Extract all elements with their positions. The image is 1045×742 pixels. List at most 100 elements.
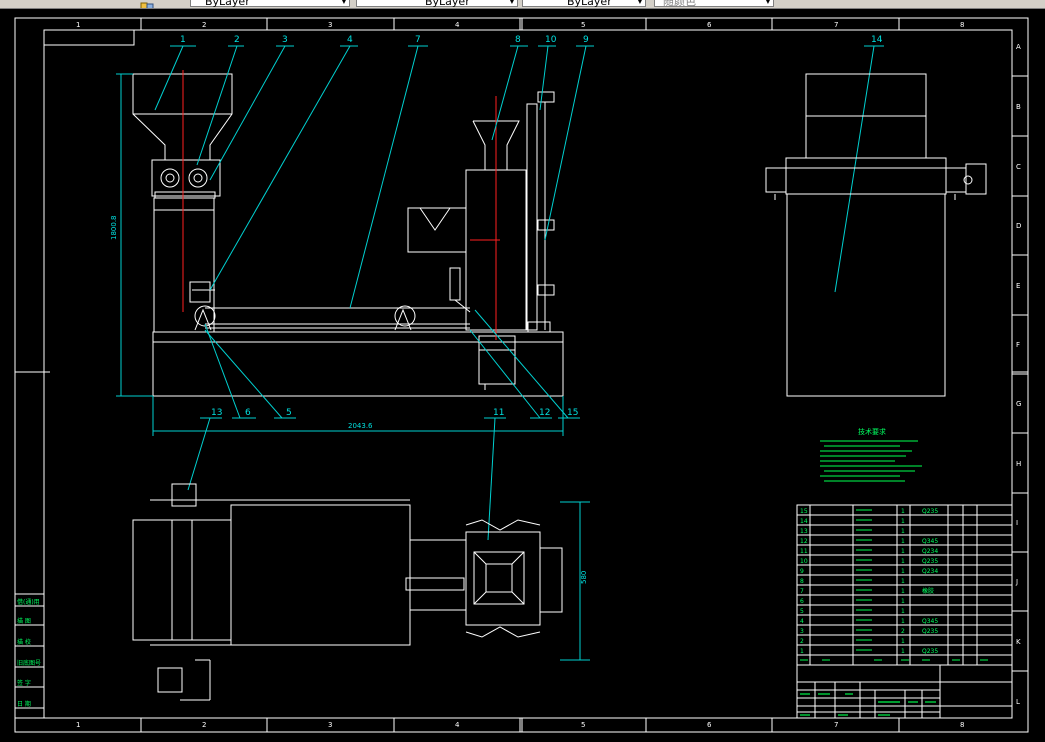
corner-box	[43, 29, 135, 46]
part-callout-label: 8	[515, 35, 521, 45]
zone-column-label: 6	[707, 21, 712, 29]
part-callout-label: 3	[282, 35, 288, 45]
bom-item-no: 1	[800, 648, 804, 655]
zone-row-label: I	[1016, 519, 1018, 527]
color-control-dropdown[interactable]: ByLayer ▼	[190, 0, 350, 8]
zone-row-label: K	[1016, 638, 1021, 646]
bom-item-no: 7	[800, 588, 804, 595]
bom-qty: 1	[901, 558, 905, 565]
bom-material: Q235	[922, 648, 938, 655]
chevron-down-icon: ▼	[636, 0, 643, 5]
lineweight-control-dropdown[interactable]: ByLayer ▼	[522, 0, 646, 8]
bom-qty: 1	[901, 518, 905, 525]
dimension-height: 1800.8	[110, 216, 118, 241]
bom-item-no: 14	[800, 518, 808, 525]
zone-column-label: 7	[834, 21, 838, 29]
bom-material: 橡胶	[922, 587, 934, 595]
side-view	[765, 73, 987, 397]
part-callout-label: 5	[286, 408, 292, 418]
zone-column-label: 3	[328, 721, 332, 729]
bom-item-no: 3	[800, 628, 804, 635]
part-callout-label: 11	[493, 408, 504, 418]
bom-item-no: 13	[800, 528, 808, 535]
part-callout-label: 14	[871, 35, 883, 45]
part-callout-label: 10	[545, 35, 557, 45]
bom-item-no: 15	[800, 508, 808, 515]
part-callout-label: 4	[347, 35, 353, 45]
part-callouts: 1 2 3 4 7 8 10 9 146 5 12 1513 11	[180, 35, 883, 418]
drawing-canvas[interactable]: 1122334455667788 ABCDEFGHIJKL 1800.8 204…	[0, 9, 1045, 742]
zone-row-label: C	[1016, 163, 1021, 171]
bom-qty: 1	[901, 528, 905, 535]
layer-state-icon[interactable]	[140, 0, 154, 8]
bom-material: Q345	[922, 618, 938, 625]
part-callout-label: 12	[539, 408, 550, 418]
zone-row-label: J	[1015, 578, 1018, 586]
zone-column-label: 5	[581, 21, 585, 29]
revision-sidebar-labels: 借(通)用描 图描 校旧底图号签 字日 期	[15, 598, 44, 709]
leader-lines	[154, 45, 884, 541]
chevron-down-icon: ▼	[340, 0, 347, 5]
bom-qty: 1	[901, 638, 905, 645]
zone-column-label: 6	[707, 721, 712, 729]
zone-row-label: G	[1016, 400, 1021, 408]
zone-row-label: H	[1016, 460, 1021, 468]
dimension-width: 580	[580, 571, 588, 584]
part-callout-label: 6	[245, 408, 251, 418]
bom-qty: 1	[901, 598, 905, 605]
plotstyle-control-dropdown[interactable]: 随颜色 ▼	[654, 0, 774, 8]
part-callout-label: 9	[583, 35, 589, 45]
bom-qty: 1	[901, 508, 905, 515]
bom-item-no: 12	[800, 538, 808, 545]
top-view	[132, 483, 563, 701]
title-block	[796, 664, 1013, 719]
bom-item-no: 6	[800, 598, 804, 605]
bom-material: Q235	[922, 628, 938, 635]
tech-notes-text	[820, 440, 922, 482]
bom-material: Q234	[922, 568, 938, 575]
sidebar-label: 旧底图号	[17, 659, 41, 667]
bom-qty: 1	[901, 548, 905, 555]
sidebar-label: 签 字	[17, 679, 31, 687]
bom-material: Q235	[922, 558, 938, 565]
dimension-lines	[116, 73, 590, 661]
zone-column-label: 1	[76, 721, 80, 729]
bom-item-no: 11	[800, 548, 808, 555]
zone-column-label: 2	[202, 21, 206, 29]
dimension-length: 2043.6	[348, 422, 373, 430]
zone-column-label: 2	[202, 721, 206, 729]
zone-column-label: 3	[328, 21, 332, 29]
bom-qty: 1	[901, 568, 905, 575]
zone-row-label: L	[1016, 698, 1020, 706]
bom-item-no: 8	[800, 578, 804, 585]
row-zone-marks: A B C D E F G H I J K L	[1012, 43, 1028, 706]
zone-row-label: F	[1016, 341, 1020, 349]
bom-qty: 1	[901, 538, 905, 545]
bom-qty: 1	[901, 588, 905, 595]
bom-item-no: 2	[800, 638, 804, 645]
zone-column-label: 1	[76, 21, 80, 29]
part-callout-label: 7	[415, 35, 421, 45]
sidebar-label: 借(通)用	[17, 598, 40, 606]
toolbar: ByLayer ▼ ByLayer ▼ ByLayer ▼ 随颜色 ▼	[0, 0, 1045, 9]
part-callout-label: 2	[234, 35, 240, 45]
bom-item-no: 5	[800, 608, 804, 615]
bom-qty: 1	[901, 618, 905, 625]
chevron-down-icon: ▼	[764, 0, 771, 5]
bom-qty: 1	[901, 648, 905, 655]
part-callout-label: 13	[211, 408, 222, 418]
chevron-down-icon: ▼	[508, 0, 515, 5]
sidebar-label: 描 图	[17, 617, 31, 625]
linetype-control-dropdown[interactable]: ByLayer ▼	[356, 0, 518, 8]
zone-column-label: 8	[960, 721, 964, 729]
bom-rows: 15 1 Q23514 113 112 1 Q34511 1 Q23410 1 Q2359 1 Q234…	[797, 508, 1012, 661]
bom-material: Q234	[922, 548, 938, 555]
bom-qty: 2	[901, 628, 905, 635]
color-control-value: ByLayer	[205, 0, 250, 8]
revision-sidebar	[14, 593, 45, 719]
zone-column-label: 4	[455, 721, 460, 729]
part-callout-label: 1	[180, 35, 186, 45]
tech-notes-title: 技术要求	[858, 427, 886, 436]
linetype-control-value: ByLayer	[425, 0, 470, 8]
zone-row-label: A	[1016, 43, 1021, 51]
